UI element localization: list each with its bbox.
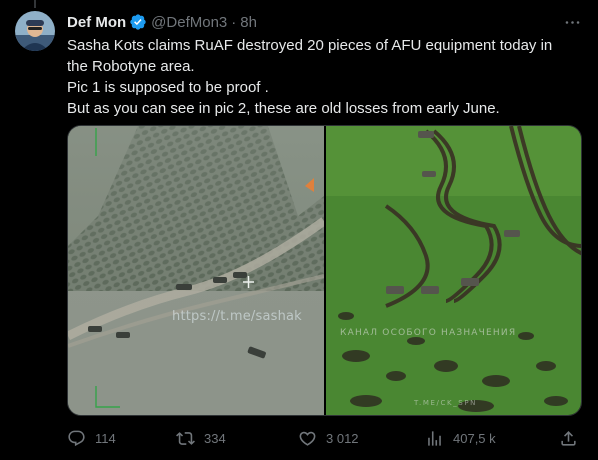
tweet[interactable]: Def Mon @DefMon3 · 8h Sasha Kots claims … [0, 0, 598, 460]
verified-badge-icon [129, 13, 147, 31]
retweet-count: 334 [204, 430, 226, 446]
media-caption: КАНАЛ ОСОБОГО НАЗНАЧЕНИЯ [340, 328, 517, 338]
reply-button[interactable]: 114 [67, 429, 116, 448]
tweet-text-line: But as you can see in pic 2, these are o… [67, 100, 500, 117]
reply-count: 114 [95, 430, 116, 446]
separator-dot: · [231, 13, 237, 31]
tweet-text-line: the Robotyne area. [67, 58, 195, 75]
action-bar: 114 334 3 012 407,5 k [67, 426, 582, 450]
views-icon [425, 429, 444, 448]
media-grid: https://t.me/sashak КАНАЛ ОСОБОГО НАЗНАЧ… [67, 125, 582, 416]
handle[interactable]: @DefMon3 [151, 14, 227, 31]
views-count: 407,5 k [453, 430, 496, 446]
thread-line [34, 0, 36, 8]
share-button[interactable] [559, 429, 578, 448]
tweet-text: Sasha Kots claims RuAF destroyed 20 piec… [67, 35, 577, 119]
like-count: 3 012 [326, 430, 359, 446]
like-icon [298, 429, 317, 448]
tweet-header: Def Mon @DefMon3 · 8h [67, 12, 257, 32]
reply-icon [67, 429, 86, 448]
views-button[interactable]: 407,5 k [425, 429, 496, 448]
more-icon[interactable] [560, 10, 584, 34]
like-button[interactable]: 3 012 [298, 429, 359, 448]
tweet-text-line: Sasha Kots claims RuAF destroyed 20 piec… [67, 37, 553, 54]
media-photo-field[interactable]: КАНАЛ ОСОБОГО НАЗНАЧЕНИЯ T.ME/CK_SPN [326, 126, 581, 415]
retweet-icon [176, 429, 195, 448]
share-icon [559, 429, 578, 448]
avatar[interactable] [15, 11, 55, 51]
media-watermark: https://t.me/sashak [172, 309, 302, 324]
timestamp[interactable]: 8h [240, 14, 257, 31]
media-photo-drone[interactable]: https://t.me/sashak [68, 126, 324, 415]
retweet-button[interactable]: 334 [176, 429, 226, 448]
media-footer: T.ME/CK_SPN [414, 399, 477, 407]
tweet-text-line: Pic 1 is supposed to be proof . [67, 79, 269, 96]
display-name[interactable]: Def Mon [67, 14, 126, 31]
